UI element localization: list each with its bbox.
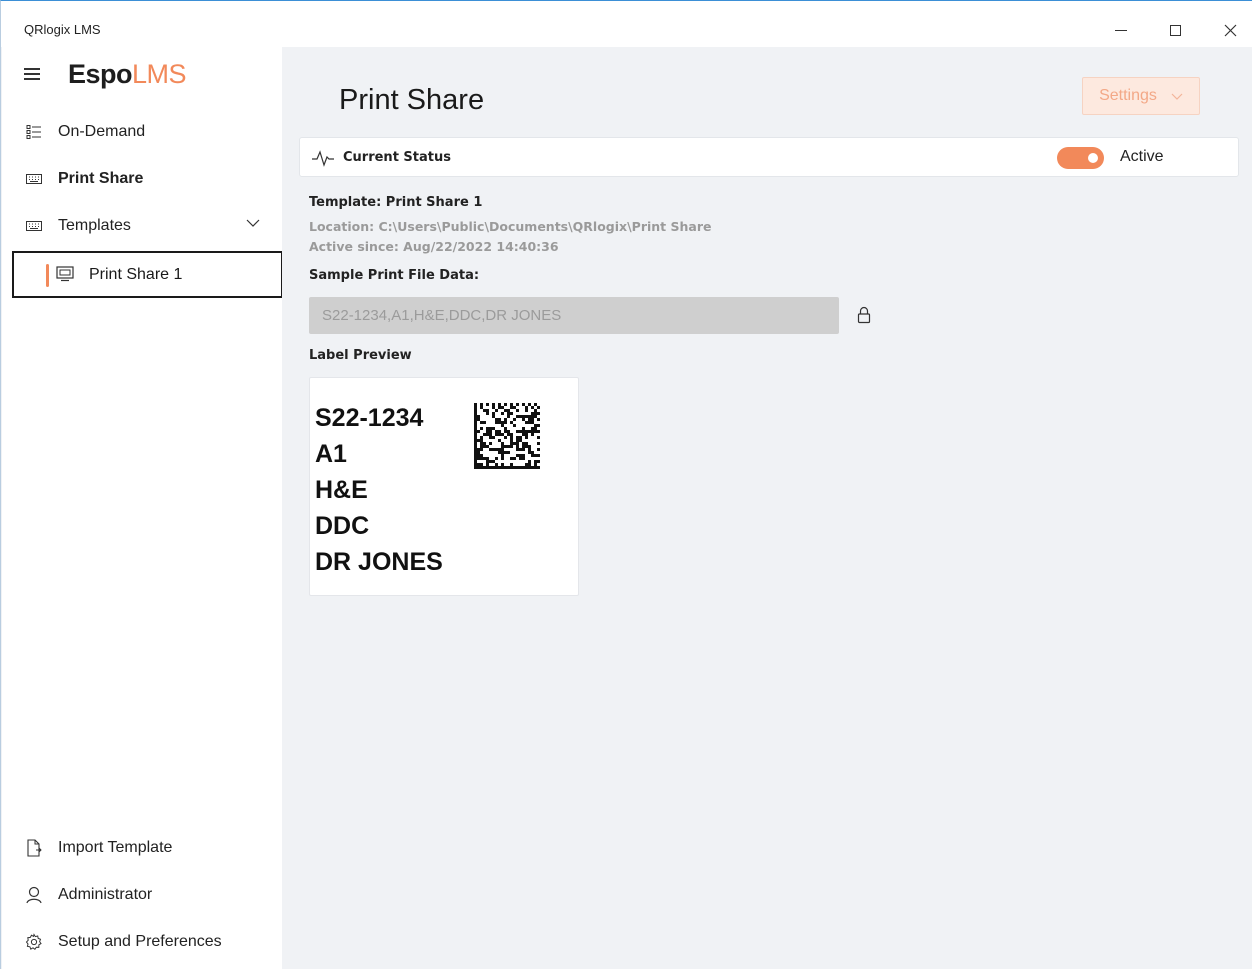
sidebar-item-label: Administrator <box>58 886 153 903</box>
current-status-bar: Current Status Active <box>299 137 1239 177</box>
active-toggle[interactable] <box>1057 147 1104 169</box>
sidebar-item-label: Setup and Preferences <box>58 933 222 950</box>
sample-data-label: Sample Print File Data: <box>309 268 480 283</box>
selection-indicator <box>46 264 49 287</box>
brand-accent: LMS <box>132 58 187 89</box>
minimize-button[interactable] <box>1098 13 1144 47</box>
toggle-knob <box>1088 153 1098 163</box>
label-preview-heading: Label Preview <box>309 348 412 363</box>
sidebar-item-label: Print Share 1 <box>89 266 183 283</box>
brand-name: Espo <box>68 58 133 89</box>
app-window: QRlogix LMS Espo LMS On-Demand Print Shar… <box>0 0 1252 969</box>
label-preview-card: S22-1234 A1 H&E DDC DR JONES <box>309 377 579 596</box>
minimize-icon <box>1115 29 1127 31</box>
brand: Espo LMS <box>24 58 187 89</box>
chevron-down-icon[interactable] <box>246 219 260 227</box>
sidebar-item-on-demand[interactable]: On-Demand <box>2 112 282 152</box>
label-line: H&E <box>315 476 368 504</box>
maximize-icon <box>1169 24 1181 36</box>
gear-icon <box>2 933 58 951</box>
sidebar-item-import-template[interactable]: Import Template <box>2 828 282 868</box>
hamburger-menu-icon[interactable] <box>24 68 42 80</box>
sample-data-field[interactable]: S22-1234,A1,H&E,DDC,DR JONES <box>309 297 839 334</box>
lock-icon[interactable] <box>857 306 871 324</box>
datamatrix-barcode <box>474 403 540 469</box>
template-name: Template: Print Share 1 <box>309 195 483 210</box>
maximize-button[interactable] <box>1152 13 1198 47</box>
template-active-since: Active since: Aug/22/2022 14:40:36 <box>309 239 559 254</box>
sidebar-item-templates[interactable]: Templates <box>2 206 282 246</box>
title-bar: QRlogix LMS <box>1 1 1252 47</box>
keyboard-icon <box>2 220 58 232</box>
keyboard-icon <box>2 173 58 185</box>
close-button[interactable] <box>1207 13 1252 47</box>
label-line: S22-1234 <box>315 404 424 432</box>
window-title: QRlogix LMS <box>24 22 101 37</box>
main-content: Print Share Settings Current Status Acti… <box>282 47 1252 969</box>
sidebar-item-setup-preferences[interactable]: Setup and Preferences <box>2 922 282 962</box>
sidebar-item-label: On-Demand <box>58 123 146 140</box>
list-icon <box>2 124 58 140</box>
label-line: DR JONES <box>315 548 443 576</box>
file-import-icon <box>2 839 58 857</box>
settings-dropdown-button[interactable]: Settings <box>1082 77 1200 115</box>
template-location: Location: C:\Users\Public\Documents\QRlo… <box>309 219 712 234</box>
label-line: DDC <box>315 512 370 540</box>
label-line: A1 <box>315 440 347 468</box>
sidebar: EspoLMS On-Demand Print Share Templates <box>2 47 283 969</box>
close-icon <box>1224 24 1236 36</box>
settings-label: Settings <box>1099 87 1157 104</box>
user-icon <box>2 886 58 904</box>
activity-pulse-icon <box>312 150 334 167</box>
sidebar-item-print-share-1[interactable]: Print Share 1 <box>12 251 283 298</box>
sidebar-item-print-share[interactable]: Print Share <box>2 159 282 199</box>
sidebar-item-label: Import Template <box>58 839 173 856</box>
monitor-icon <box>56 266 74 287</box>
active-label: Active <box>1120 148 1164 165</box>
label-lines: S22-1234 A1 H&E DDC DR JONES <box>315 400 443 580</box>
sidebar-item-label: Templates <box>58 217 131 234</box>
page-title: Print Share <box>339 84 485 116</box>
chevron-down-icon <box>1171 93 1183 100</box>
status-label: Current Status <box>343 150 451 165</box>
sidebar-item-administrator[interactable]: Administrator <box>2 875 282 915</box>
sidebar-item-label: Print Share <box>58 170 144 187</box>
